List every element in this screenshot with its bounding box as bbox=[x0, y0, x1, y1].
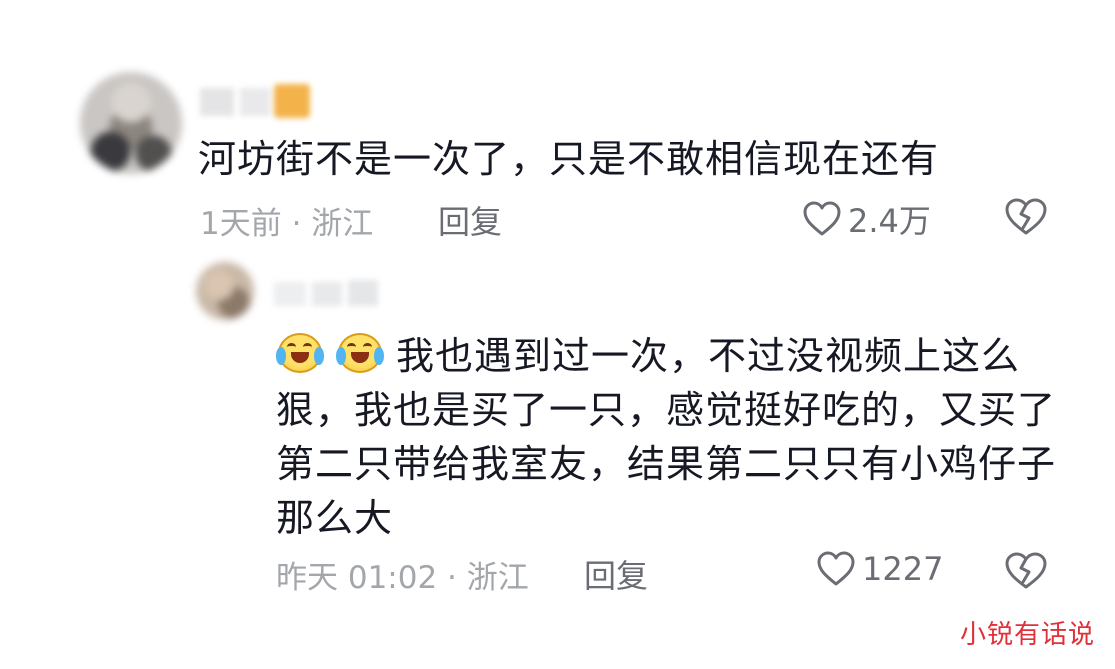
like-button[interactable]: 2.4万 bbox=[802, 196, 931, 242]
like-button[interactable]: 1227 bbox=[816, 550, 943, 588]
watermark: 小锐有话说 bbox=[959, 620, 1095, 650]
broken-heart-icon[interactable] bbox=[1004, 197, 1048, 237]
heart-outline-icon bbox=[817, 551, 855, 586]
like-count: 2.4万 bbox=[848, 202, 931, 240]
username-blurred[interactable] bbox=[200, 84, 320, 120]
heart-outline-icon bbox=[803, 201, 841, 236]
comment-body: 我也遇到过一次，不过没视频上这么狠，我也是买了一只，感觉挺好吃的，又买了第二只带… bbox=[276, 329, 1066, 545]
like-count: 1227 bbox=[862, 550, 944, 588]
comment-meta: 昨天 01:02 · 浙江 bbox=[276, 560, 529, 596]
crying-laughing-emoji bbox=[276, 331, 326, 375]
crying-laughing-emoji bbox=[336, 331, 386, 375]
avatar[interactable] bbox=[80, 72, 182, 174]
comment-text: 我也遇到过一次，不过没视频上这么狠，我也是买了一只，感觉挺好吃的，又买了第二只带… bbox=[276, 334, 1057, 540]
reply-button[interactable]: 回复 bbox=[584, 551, 648, 597]
username-blurred[interactable] bbox=[274, 278, 382, 308]
avatar[interactable] bbox=[196, 262, 254, 320]
reply-button[interactable]: 回复 bbox=[438, 197, 502, 243]
broken-heart-icon[interactable] bbox=[1004, 551, 1048, 591]
comment-meta: 1天前 · 浙江 bbox=[200, 206, 374, 242]
comment-text: 河坊街不是一次了，只是不敢相信现在还有 bbox=[198, 137, 940, 181]
